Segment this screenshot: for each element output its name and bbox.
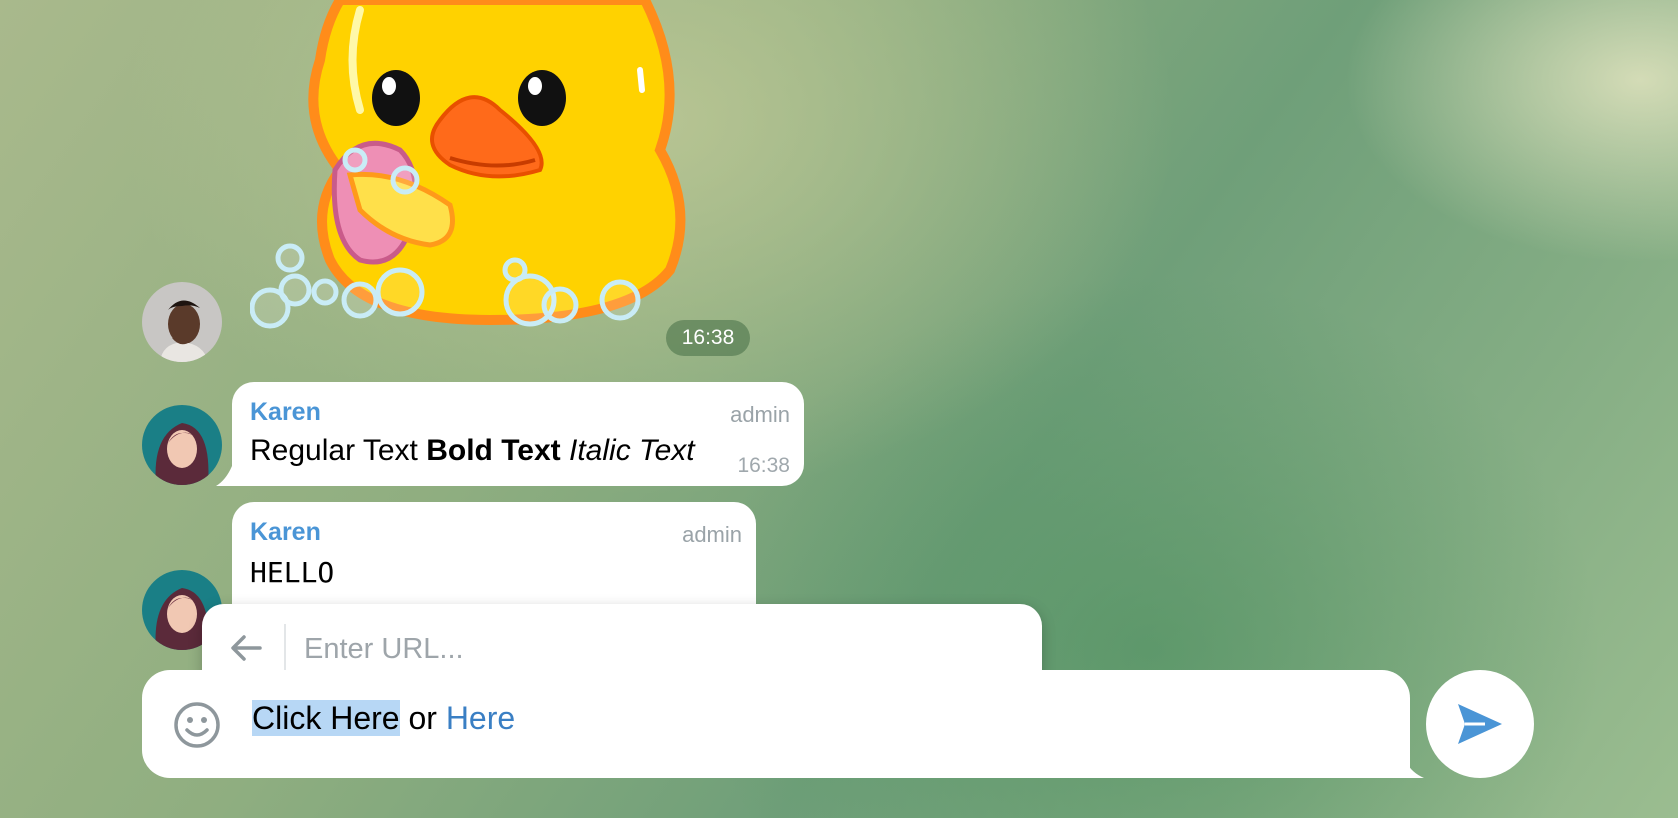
bold-text: Bold Text: [426, 434, 561, 467]
message-composer[interactable]: Click Here or Here: [142, 670, 1410, 778]
url-input[interactable]: [302, 624, 1006, 674]
paper-plane-icon: [1458, 704, 1502, 744]
regular-text: Regular Text: [250, 434, 418, 467]
duck-sticker[interactable]: [249, 0, 700, 335]
message-text: HELLO: [250, 556, 335, 589]
divider: [284, 624, 286, 672]
composer-input[interactable]: Click Here or Here: [252, 700, 515, 737]
avatar[interactable]: [142, 282, 222, 362]
sender-name[interactable]: Karen: [250, 518, 321, 547]
link-text[interactable]: Here: [446, 700, 515, 736]
message-text: Regular Text Bold Text Italic Text: [250, 434, 695, 468]
message-time: 16:38: [737, 454, 790, 477]
message-bubble[interactable]: Karen admin Regular Text Bold Text Itali…: [232, 382, 804, 486]
sender-role: admin: [682, 522, 742, 547]
composer-tail: [1404, 758, 1424, 778]
selected-text[interactable]: Click Here: [252, 700, 400, 736]
arrow-left-icon[interactable]: [222, 626, 270, 670]
smiley-icon[interactable]: [172, 700, 222, 750]
sticker-time: 16:38: [666, 320, 750, 356]
bubble-tail: [216, 466, 232, 486]
plain-text: or: [399, 700, 446, 736]
sender-name[interactable]: Karen: [250, 398, 321, 427]
sender-role: admin: [730, 402, 790, 427]
italic-text: Italic Text: [569, 434, 695, 467]
send-button[interactable]: [1426, 670, 1534, 778]
avatar[interactable]: [142, 405, 222, 485]
